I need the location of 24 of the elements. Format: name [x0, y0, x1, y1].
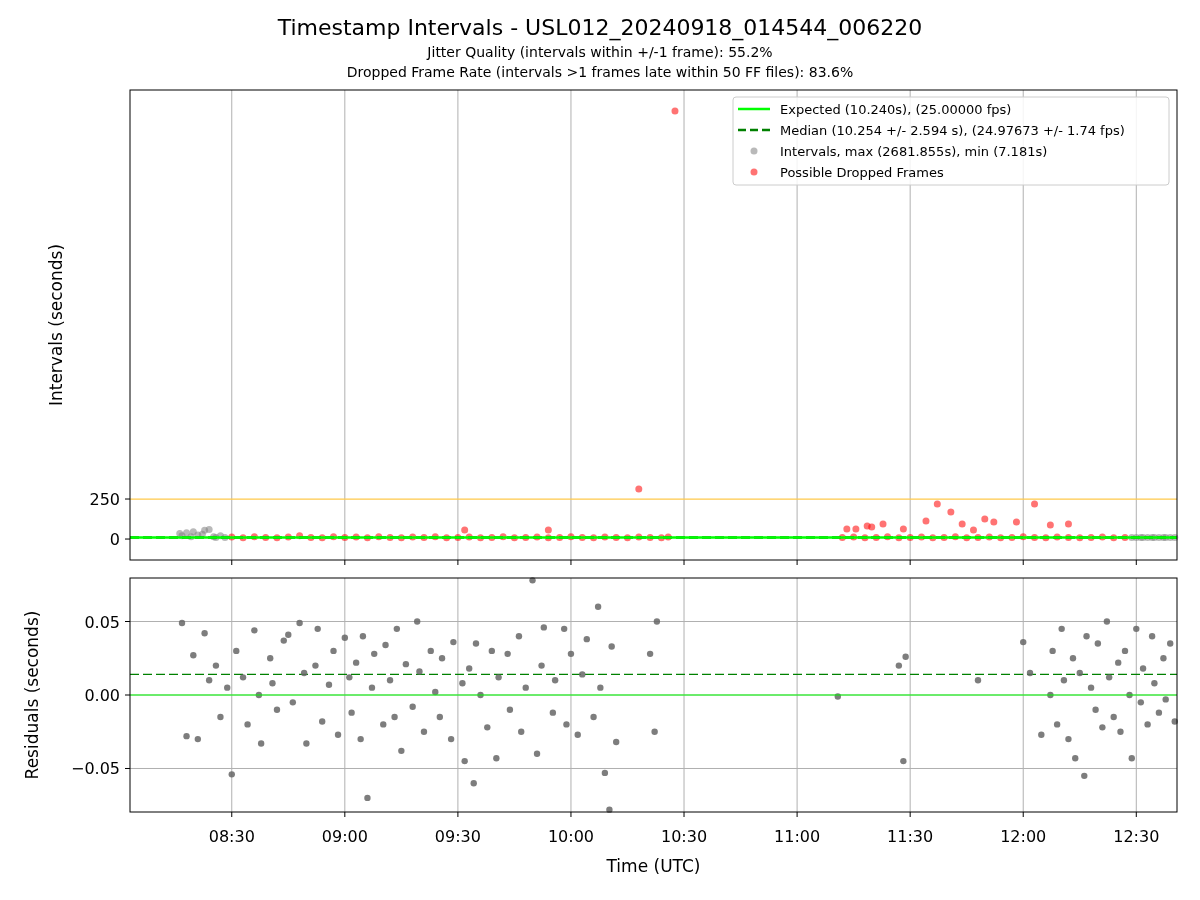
legend-label: Median (10.254 +/- 2.594 s), (24.97673 +/- 1.74 fps)	[780, 122, 1125, 138]
x-tick-label: 12:00	[1000, 827, 1047, 846]
x-tick-label: 08:30	[208, 827, 255, 846]
chart-title: Timestamp Intervals - USL012_20240918_014544_006220	[277, 14, 923, 42]
chart-subtitle: Jitter Quality (intervals within +/-1 frame): 55.2%	[427, 43, 773, 62]
x-tick-label: 11:30	[887, 827, 934, 846]
y-tick-label: −0.05	[70, 759, 120, 779]
x-axis-label: Time (UTC)	[606, 856, 701, 876]
y-axis-label: Intervals (seconds)	[46, 243, 66, 407]
y-tick-label: 0	[109, 530, 120, 550]
legend-label: Expected (10.240s), (25.00000 fps)	[780, 101, 1012, 117]
x-tick-label: 10:00	[547, 827, 594, 846]
x-tick-label: 12:30	[1113, 827, 1160, 846]
y-tick-label: 0.05	[84, 612, 120, 632]
chart-subtitle: Dropped Frame Rate (intervals >1 frames late within 50 FF files): 83.6%	[346, 63, 854, 82]
x-tick-label: 11:00	[774, 827, 821, 846]
legend-label: Intervals, max (2681.855s), min (7.181s)	[780, 143, 1048, 159]
x-tick-label: 09:00	[321, 827, 368, 846]
y-axis-label: Residuals (seconds)	[22, 610, 42, 780]
x-tick-label: 10:30	[660, 827, 708, 846]
x-tick-label: 09:30	[434, 827, 481, 846]
y-tick-label: 250	[89, 490, 120, 510]
y-tick-label: 0.00	[84, 686, 120, 705]
legend-label: Possible Dropped Frames	[780, 164, 944, 180]
